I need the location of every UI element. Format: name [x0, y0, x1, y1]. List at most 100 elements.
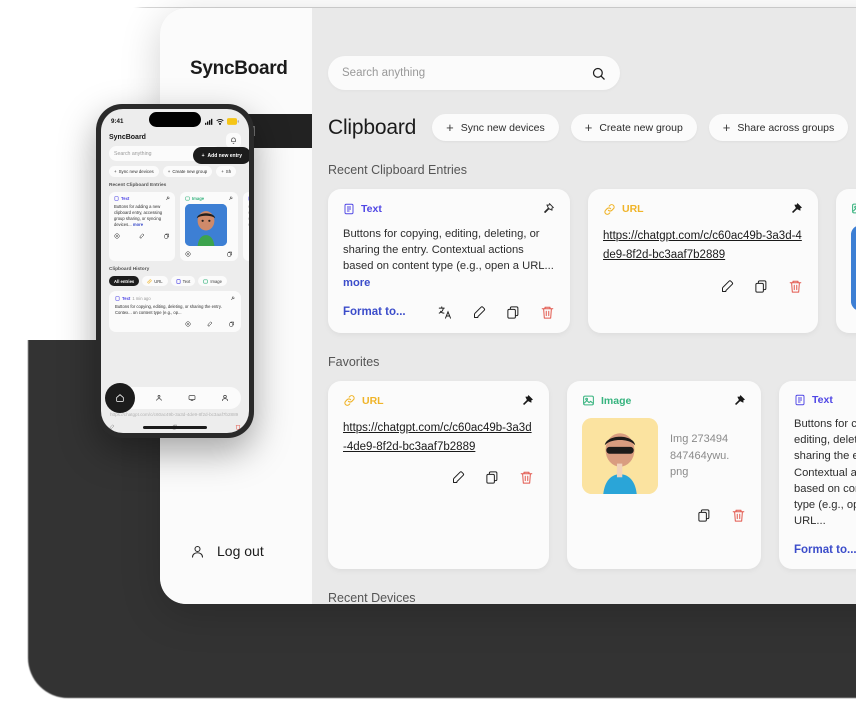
- sync-new-devices-button[interactable]: + Sync new devices: [432, 114, 559, 141]
- add-icon[interactable]: [114, 233, 120, 239]
- chip-text[interactable]: Text: [170, 276, 196, 286]
- card-type-label: Image: [192, 196, 205, 201]
- chip-label: URL: [154, 278, 163, 284]
- clipboard-card-text[interactable]: Text Buttons for copying, editing, delet…: [328, 189, 570, 333]
- create-new-group-button[interactable]: + Create new group: [570, 114, 697, 141]
- copy-icon[interactable]: [227, 251, 233, 257]
- card-header: Text: [794, 394, 856, 406]
- add-new-entry-button[interactable]: + Add new entry: [192, 147, 249, 164]
- phone-card-text[interactable]: Text Buttons for adding a new clipboard …: [109, 192, 175, 261]
- phone-history-entry[interactable]: Text 1 min ago Buttons for copying, edit…: [109, 291, 241, 333]
- entry-body-text: Buttons for copying, editing, deleting, …: [115, 304, 222, 316]
- card-type-label: URL: [622, 203, 644, 215]
- card-actions: [720, 279, 803, 294]
- edit-icon[interactable]: [720, 279, 735, 294]
- phone-share-across-groups-button[interactable]: + Sh: [216, 166, 237, 177]
- image-thumbnail[interactable]: [185, 204, 227, 246]
- card-body: Buttons for copying, editing, deleting, …: [343, 226, 555, 291]
- recent-devices-section: Recent Devices Work Laptop (Windows 10) …: [328, 591, 856, 604]
- edit-icon[interactable]: [207, 321, 213, 327]
- copy-icon[interactable]: [506, 305, 521, 320]
- phone-card-image[interactable]: Image: [180, 192, 238, 261]
- plus-icon: +: [114, 169, 117, 174]
- logout-button[interactable]: Log out: [190, 543, 264, 559]
- page-header: Clipboard + Sync new devices + Create ne…: [328, 114, 856, 141]
- pin-outline-icon[interactable]: [541, 202, 555, 216]
- pill-label: Sync new devices: [460, 121, 545, 134]
- user-icon: [190, 544, 205, 559]
- more-link[interactable]: more: [343, 277, 370, 289]
- pin-filled-icon[interactable]: [789, 202, 803, 216]
- phone-card-text-partial[interactable]: ■■■■: [243, 192, 249, 261]
- search-input[interactable]: [342, 67, 591, 79]
- search-bar[interactable]: [328, 56, 620, 90]
- notification-bell-button[interactable]: [226, 133, 241, 148]
- pin-filled-icon[interactable]: [732, 394, 746, 408]
- card-type: Text 1 min ago: [115, 296, 151, 301]
- phone-filter-chips: All entries URL Text Image: [109, 276, 241, 286]
- copy-icon[interactable]: [754, 279, 769, 294]
- edit-icon[interactable]: [451, 470, 466, 485]
- search-icon[interactable]: [591, 66, 606, 81]
- card-body-text: Buttons for copying, editing, deleting, …: [794, 417, 856, 528]
- clipboard-url-link[interactable]: https://chatgpt.com/c/c60ac49b-3a3d-4de9…: [603, 230, 802, 261]
- delete-icon[interactable]: [540, 305, 555, 320]
- add-button-label: Add new entry: [207, 152, 242, 159]
- edit-icon[interactable]: [139, 233, 145, 239]
- favorites-list: URL https://chatgpt.com/c/c60ac49b-3a3d-…: [328, 380, 856, 569]
- image-thumbnail[interactable]: [851, 225, 856, 311]
- copy-icon[interactable]: [229, 321, 235, 327]
- image-thumbnail[interactable]: [582, 417, 658, 494]
- pin-outline-icon[interactable]: [230, 296, 235, 301]
- phone-recent-entries-label: Recent Clipboard Entries: [109, 183, 167, 188]
- delete-icon[interactable]: [235, 424, 241, 430]
- copy-icon[interactable]: [485, 470, 500, 485]
- text-document-icon: [248, 196, 249, 201]
- plus-icon: +: [201, 152, 205, 159]
- add-icon[interactable]: [185, 321, 191, 327]
- phone-sync-new-devices-button[interactable]: + Sync new devices: [109, 166, 159, 177]
- image-file-name: Img 273494 847464ywu. png: [670, 431, 746, 481]
- recent-entries-list: Text Buttons for copying, editing, delet…: [328, 189, 856, 333]
- app-window: SyncBoard Clipboard History Groups Devic…: [160, 8, 856, 604]
- phone-create-new-group-button[interactable]: + Create new group: [162, 166, 213, 177]
- card-type-label: Text: [361, 203, 382, 215]
- chip-label: Text: [182, 278, 191, 284]
- chip-all-entries[interactable]: All entries: [109, 276, 140, 286]
- board-icon[interactable]: [188, 394, 196, 402]
- file-name-line1: Img 273494: [670, 433, 729, 446]
- screenshot-root: SyncBoard Clipboard History Groups Devic…: [0, 0, 856, 705]
- card-type: URL: [343, 394, 384, 407]
- copy-icon[interactable]: [164, 233, 170, 239]
- delete-icon[interactable]: [519, 470, 534, 485]
- clipboard-card-image[interactable]: Image: [836, 189, 856, 333]
- copy-icon[interactable]: [697, 508, 712, 523]
- more-link[interactable]: more: [133, 222, 143, 227]
- share-across-groups-button[interactable]: + Share across groups: [708, 114, 849, 141]
- favorite-card-image[interactable]: Image Img 273494 847464ywu. png: [567, 380, 761, 569]
- translate-icon[interactable]: [438, 305, 453, 320]
- edit-icon[interactable]: [109, 424, 115, 430]
- pin-outline-icon[interactable]: [165, 196, 170, 201]
- delete-icon[interactable]: [731, 508, 746, 523]
- main-content: Clipboard + Sync new devices + Create ne…: [312, 8, 856, 604]
- add-icon[interactable]: [185, 251, 191, 257]
- clipboard-card-url[interactable]: URL https://chatgpt.com/c/c60ac49b-3a3d-…: [588, 189, 818, 333]
- delete-icon[interactable]: [788, 279, 803, 294]
- profile-icon[interactable]: [221, 394, 229, 402]
- edit-icon[interactable]: [472, 305, 487, 320]
- section-title: Recent Clipboard Entries: [328, 163, 467, 177]
- phone-home-fab[interactable]: [105, 383, 135, 413]
- chip-url[interactable]: URL: [142, 276, 168, 286]
- group-icon[interactable]: [155, 394, 163, 402]
- pin-filled-icon[interactable]: [520, 394, 534, 408]
- format-to-link[interactable]: Format to...: [343, 306, 406, 318]
- image-icon: [203, 279, 209, 284]
- pill-label: Sync new devices: [118, 169, 154, 174]
- favorite-card-text[interactable]: Text Buttons for copying, editing, delet…: [779, 380, 856, 569]
- chip-image[interactable]: Image: [198, 276, 227, 286]
- favorite-url-link[interactable]: https://chatgpt.com/c/c60ac49b-3a3d-4de9…: [343, 422, 532, 453]
- favorite-card-url[interactable]: URL https://chatgpt.com/c/c60ac49b-3a3d-…: [328, 380, 549, 569]
- format-to-link[interactable]: Format to...: [794, 544, 856, 556]
- pin-outline-icon[interactable]: [228, 196, 233, 201]
